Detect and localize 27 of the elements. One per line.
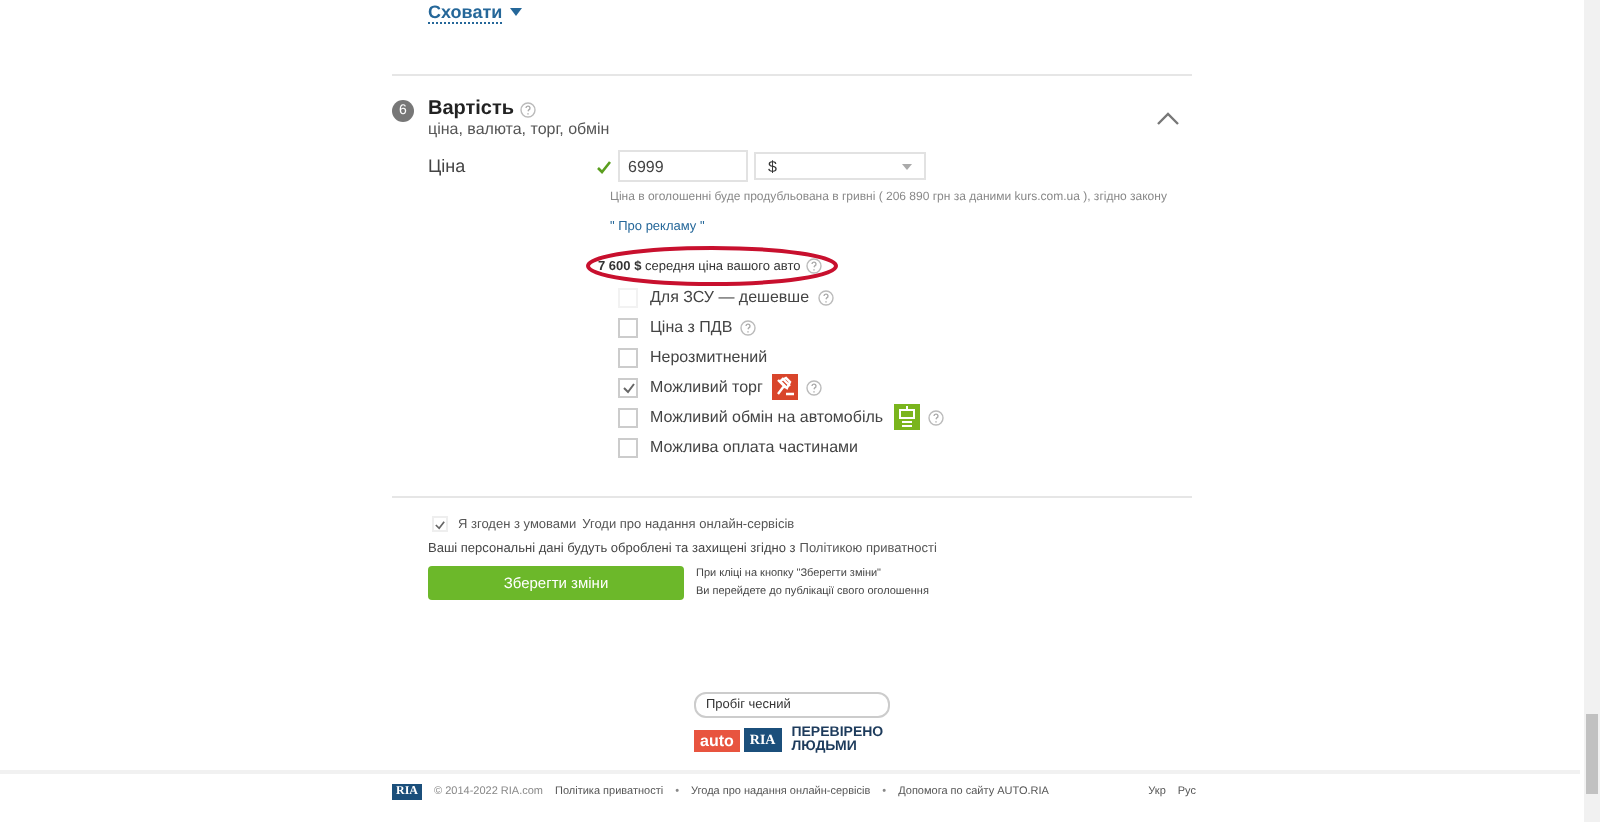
collapse-chevron-icon[interactable] xyxy=(1156,112,1180,126)
checkbox[interactable] xyxy=(618,377,638,397)
scrollbar[interactable] xyxy=(1584,0,1600,822)
gavel-icon xyxy=(772,374,799,400)
currency-select[interactable]: $ xyxy=(754,152,926,180)
help-icon xyxy=(520,101,537,117)
option-label: Ціна з ПДВ xyxy=(650,318,733,336)
auto-logo: auto xyxy=(694,729,740,751)
option-label: Для ЗСУ — дешевше xyxy=(650,288,810,306)
checkbox[interactable] xyxy=(618,437,638,457)
dropdown-caret-icon xyxy=(902,163,912,169)
checkbox[interactable] xyxy=(618,347,638,367)
caret-icon xyxy=(510,8,523,16)
section-subtitle: ціна, валюта, торг, обмін xyxy=(428,120,612,138)
price-label: Ціна xyxy=(428,156,468,176)
checkbox[interactable] xyxy=(618,317,638,337)
section-title: Вартість xyxy=(428,98,515,120)
agreement-checkbox[interactable] xyxy=(432,516,448,532)
hide-link[interactable]: Сховати xyxy=(428,1,503,23)
option-label: Можливий торг xyxy=(650,378,763,396)
option-label: Можлива оплата частинами xyxy=(650,438,858,456)
exchange-icon xyxy=(893,404,920,430)
help-icon xyxy=(806,258,823,274)
option-label: Нерозмитнений xyxy=(650,348,768,366)
option-label: Можливий обмін на автомобіль xyxy=(650,408,884,426)
checkbox[interactable] xyxy=(618,407,638,427)
price-input[interactable]: 6999 xyxy=(618,150,748,182)
